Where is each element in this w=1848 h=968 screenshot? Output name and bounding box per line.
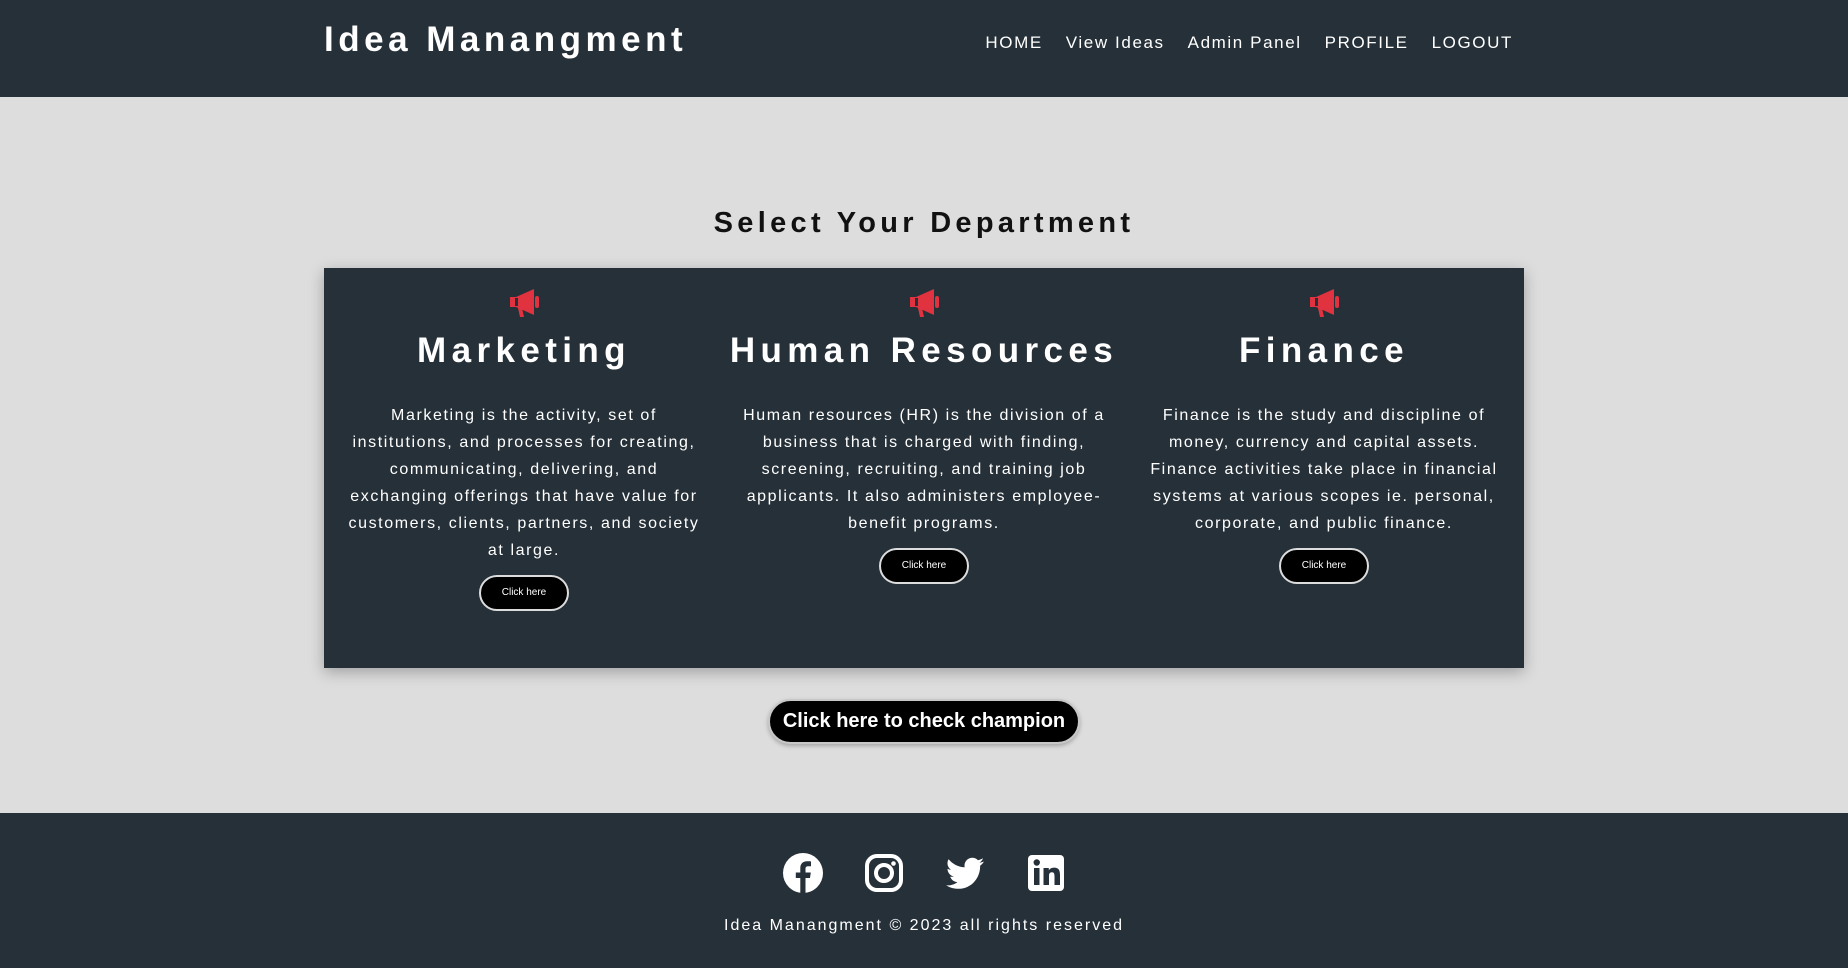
- site-footer: Idea Manangment © 2023 all rights reserv…: [0, 813, 1848, 968]
- department-description: Finance is the study and discipline of m…: [1150, 407, 1498, 532]
- megaphone-icon: [910, 289, 939, 317]
- social-links: [0, 852, 1848, 894]
- brand-title[interactable]: Idea Manangment: [324, 18, 687, 62]
- department-name: Marketing: [417, 331, 631, 370]
- linkedin-icon[interactable]: [1025, 852, 1067, 894]
- megaphone-icon: [510, 289, 539, 317]
- department-card-human-resources: Human Resources Human resources (HR) is …: [724, 268, 1124, 668]
- department-description: Human resources (HR) is the division of …: [743, 407, 1105, 532]
- twitter-icon[interactable]: [944, 852, 986, 894]
- instagram-icon[interactable]: [863, 852, 905, 894]
- facebook-icon[interactable]: [782, 852, 824, 894]
- main-nav: HOME View Ideas Admin Panel PROFILE LOGO…: [985, 31, 1513, 55]
- human-resources-click-here-button[interactable]: Click here: [879, 548, 969, 584]
- nav-home[interactable]: HOME: [985, 31, 1042, 55]
- department-card-marketing: Marketing Marketing is the activity, set…: [324, 268, 724, 668]
- nav-admin-panel[interactable]: Admin Panel: [1188, 31, 1302, 55]
- nav-view-ideas[interactable]: View Ideas: [1066, 31, 1165, 55]
- departments-panel: Marketing Marketing is the activity, set…: [324, 268, 1524, 668]
- page-title: Select Your Department: [713, 207, 1135, 239]
- department-name: Finance: [1238, 331, 1410, 370]
- department-name: Human Resources: [729, 331, 1119, 370]
- department-card-finance: Finance Finance is the study and discipl…: [1124, 268, 1524, 668]
- megaphone-icon: [1310, 289, 1339, 317]
- marketing-click-here-button[interactable]: Click here: [479, 575, 569, 611]
- nav-profile[interactable]: PROFILE: [1325, 31, 1409, 55]
- site-header: Idea Manangment HOME View Ideas Admin Pa…: [0, 0, 1848, 97]
- check-champion-button[interactable]: Click here to check champion: [768, 699, 1080, 744]
- nav-logout[interactable]: LOGOUT: [1432, 31, 1513, 55]
- finance-click-here-button[interactable]: Click here: [1279, 548, 1369, 584]
- department-description: Marketing is the activity, set of instit…: [348, 407, 700, 559]
- copyright-text: Idea Manangment © 2023 all rights reserv…: [724, 917, 1124, 934]
